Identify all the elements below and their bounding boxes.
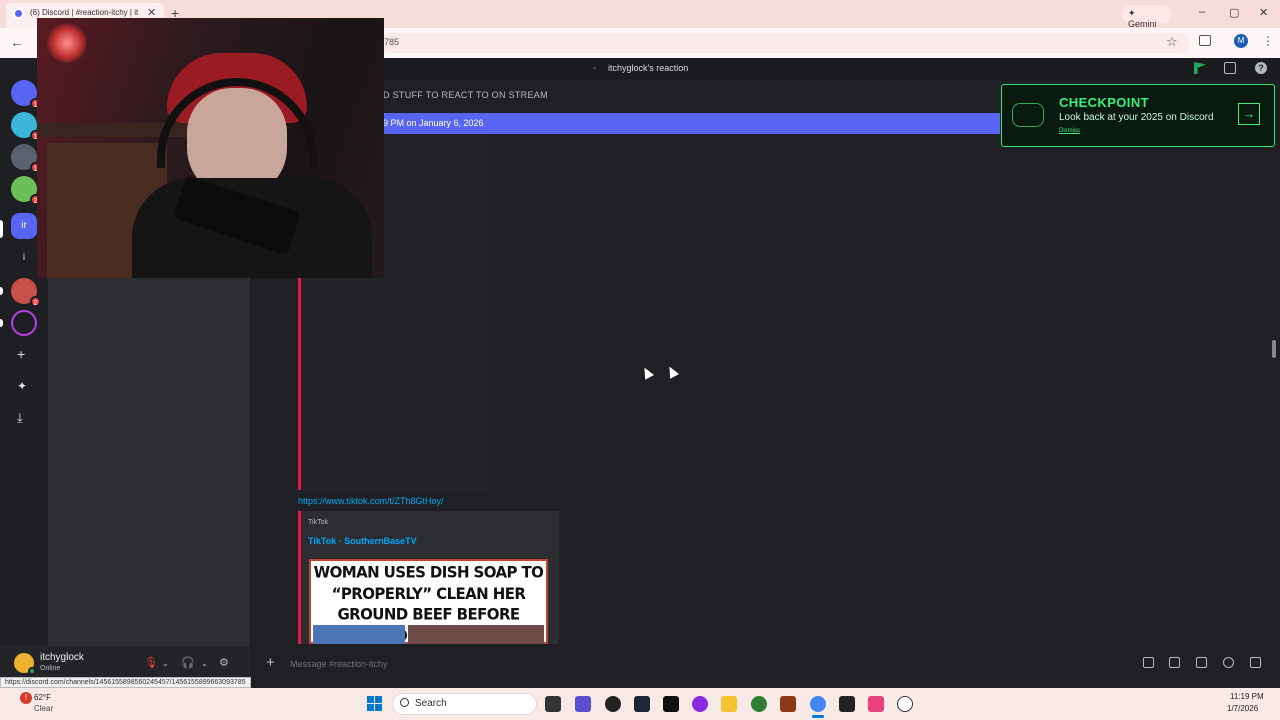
channel-icon: ◦ bbox=[593, 63, 597, 73]
chatgpt-icon[interactable] bbox=[897, 696, 913, 712]
server-icon-ir[interactable]: ir bbox=[11, 213, 37, 239]
headphones-icon[interactable]: 🎧 bbox=[181, 656, 195, 669]
emoji-icon[interactable] bbox=[1223, 657, 1234, 668]
weather-temperature[interactable]: 62°F bbox=[34, 693, 51, 702]
unread-badge: 2 bbox=[30, 296, 41, 307]
gif-icon[interactable] bbox=[1169, 657, 1180, 668]
chat-app-icon[interactable] bbox=[575, 696, 591, 712]
user-status-text: Online bbox=[40, 665, 61, 672]
app-icon-black[interactable] bbox=[663, 696, 679, 712]
audio-options-chevron-icon[interactable]: ⌄ bbox=[201, 659, 208, 668]
gift-icon[interactable] bbox=[1143, 657, 1154, 668]
add-server-icon[interactable]: + bbox=[17, 346, 25, 362]
app-icon-purple[interactable] bbox=[692, 696, 708, 712]
chat-scrollbar[interactable] bbox=[1272, 340, 1276, 358]
checkpoint-dismiss-link[interactable]: Dismiss bbox=[1059, 128, 1080, 134]
obs-icon[interactable] bbox=[605, 696, 621, 712]
message-input[interactable] bbox=[290, 655, 1110, 673]
discover-icon[interactable]: ✦ bbox=[17, 379, 27, 393]
task-view-icon[interactable] bbox=[545, 696, 561, 712]
embed-accent-bar bbox=[298, 511, 301, 644]
red-lamp bbox=[47, 23, 87, 63]
close-window-button[interactable]: ✕ bbox=[1259, 6, 1268, 19]
apps-icon[interactable] bbox=[1250, 657, 1261, 668]
app-icon-brown[interactable] bbox=[780, 696, 796, 712]
server-icon-2[interactable]: 1 bbox=[11, 112, 41, 141]
mic-options-chevron-icon[interactable]: ⌄ bbox=[162, 659, 169, 668]
username[interactable]: itchyglock bbox=[40, 652, 84, 663]
link-hover-url: https://discord.com/channels/14561558985… bbox=[0, 677, 251, 688]
app-icon-pink[interactable] bbox=[868, 696, 884, 712]
clock-time[interactable]: 11:19 PM bbox=[1230, 692, 1264, 701]
inbox-icon[interactable] bbox=[1224, 62, 1236, 74]
gemini-button[interactable]: ✦ Gemini bbox=[1122, 5, 1172, 29]
online-status-icon bbox=[28, 667, 36, 675]
server-icon-dm[interactable]: 1 bbox=[11, 80, 41, 109]
search-icon bbox=[400, 698, 409, 707]
embed-title-link[interactable]: TikTok · SouthernBaseTV bbox=[308, 536, 417, 546]
discord-favicon-icon bbox=[13, 8, 24, 19]
arrow-right-icon[interactable]: → bbox=[1238, 103, 1260, 125]
weather-alert-icon[interactable]: ! bbox=[20, 692, 32, 704]
file-explorer-icon[interactable] bbox=[721, 696, 737, 712]
steam-icon[interactable] bbox=[634, 696, 650, 712]
gear-icon[interactable]: ⚙ bbox=[219, 656, 229, 669]
checkpoint-title: CHECKPOINT bbox=[1059, 95, 1149, 110]
new-messages-text[interactable]: 9 PM on January 6, 2026 bbox=[383, 118, 484, 128]
windows-start-icon[interactable] bbox=[367, 696, 383, 712]
message-link[interactable]: https://www.tiktok.com/t/ZTh8GtHoy/ bbox=[298, 496, 444, 506]
channel-title: itchyglock's reaction bbox=[608, 63, 689, 73]
clock-date[interactable]: 1/7/2026 bbox=[1227, 704, 1258, 713]
server-icon-8[interactable] bbox=[11, 310, 37, 336]
help-icon[interactable]: ? bbox=[1255, 62, 1267, 74]
profile-avatar[interactable]: M bbox=[1234, 34, 1248, 48]
active-app-indicator bbox=[812, 715, 824, 718]
server-icon-i[interactable]: i bbox=[11, 245, 37, 271]
server-icon-3[interactable]: 1 bbox=[11, 144, 41, 173]
thumbnail-photo-right bbox=[408, 625, 544, 644]
mute-mic-icon[interactable]: 🎙 bbox=[144, 656, 158, 669]
capcut-icon[interactable] bbox=[839, 696, 855, 712]
webcam-overlay bbox=[37, 18, 384, 278]
discord-logo-icon bbox=[1012, 103, 1044, 127]
minimize-button[interactable]: – bbox=[1199, 6, 1205, 18]
back-arrow-icon[interactable]: ← bbox=[10, 34, 24, 50]
sticker-icon[interactable] bbox=[1196, 657, 1207, 668]
weather-description[interactable]: Clear bbox=[34, 704, 53, 713]
chrome-icon[interactable] bbox=[810, 696, 826, 712]
server-icon-4[interactable]: 2 bbox=[11, 176, 41, 205]
maximize-button[interactable]: ▢ bbox=[1229, 6, 1239, 19]
checkpoint-subtitle: Look back at your 2025 on Discord bbox=[1059, 112, 1214, 123]
browser-menu-icon[interactable]: ⋮ bbox=[1262, 34, 1274, 48]
tab-title: (6) Discord | #reaction-itchy | it bbox=[30, 8, 139, 17]
tab-search-icon[interactable] bbox=[1199, 35, 1211, 46]
attach-plus-icon[interactable]: + bbox=[266, 654, 275, 671]
embed-provider: TikTok bbox=[308, 519, 328, 526]
server-icon-7[interactable]: 2 bbox=[11, 278, 41, 307]
search-label: Search bbox=[415, 698, 447, 709]
selected-server-pill bbox=[0, 220, 3, 238]
discord-title-bar bbox=[250, 58, 1280, 79]
app-icon-green[interactable] bbox=[751, 696, 767, 712]
address-url[interactable]: 785 bbox=[384, 37, 399, 47]
channel-topic: D STUFF TO REACT TO ON STREAM bbox=[383, 90, 548, 100]
embed-accent-bar bbox=[298, 278, 301, 490]
bookmark-star-icon[interactable]: ☆ bbox=[1166, 34, 1178, 50]
address-bar[interactable] bbox=[380, 33, 1190, 53]
taskbar-search-box[interactable] bbox=[392, 693, 537, 715]
thumbnail-photo-left bbox=[313, 625, 405, 644]
download-icon[interactable]: ⤓ bbox=[17, 410, 23, 426]
